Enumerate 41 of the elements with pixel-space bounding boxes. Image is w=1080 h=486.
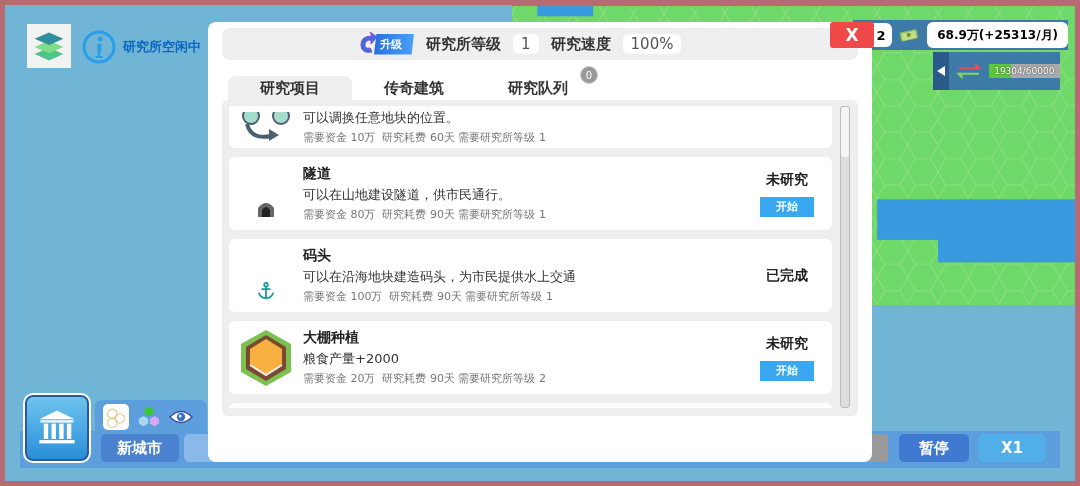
item-description: 可以调换任意地块的位置。: [303, 109, 460, 127]
layers-icon[interactable]: [27, 24, 71, 68]
anchor-icon: [257, 282, 275, 300]
count-badge: 0: [580, 66, 598, 84]
collapse-button[interactable]: [933, 52, 949, 90]
swap-icon: [241, 112, 291, 142]
city-tab[interactable]: 新城市: [101, 434, 179, 462]
level-value: 1: [513, 34, 539, 54]
item-title: 大棚种植: [303, 329, 360, 347]
level-label: 研究所等级: [426, 34, 501, 54]
start-button[interactable]: 开始: [760, 360, 814, 381]
speed-value: 100%: [622, 34, 682, 54]
research-status: 未研究: [766, 170, 808, 189]
item-description: 可以在沿海地块建造码头，为市民提供水上交通: [303, 268, 577, 286]
research-status: 未研究: [766, 334, 808, 353]
close-button[interactable]: X: [830, 22, 874, 48]
speed-label: 研究速度: [550, 34, 611, 54]
status-text: 研究所空闲中: [123, 38, 201, 56]
tab[interactable]: 传奇建筑: [352, 76, 476, 100]
item-description: 可以在山地建设隧道，供市民通行。: [303, 186, 512, 204]
research-status: 已完成: [766, 266, 808, 285]
scrollbar[interactable]: [840, 106, 850, 408]
hexagons-icon[interactable]: [137, 405, 161, 428]
museum-button[interactable]: [25, 395, 89, 461]
hexagon-grid-icon[interactable]: [103, 403, 129, 430]
item-requirements: 需要资金 20万 研究耗费 90天 需要研究所等级 2: [303, 371, 547, 386]
caret-left-icon[interactable]: [936, 66, 945, 76]
start-button[interactable]: 开始: [760, 196, 814, 217]
greenhouse-icon: [240, 328, 292, 387]
tunnel-icon: [257, 200, 275, 218]
item-requirements: 需要资金 10万 研究耗费 60天 需要研究所等级 1: [303, 130, 547, 145]
item-requirements: 需要资金 80万 研究耗费 90天 需要研究所等级 1: [303, 207, 547, 222]
upgrade-arrow-icon[interactable]: [358, 32, 378, 56]
speed-button[interactable]: X1: [978, 434, 1046, 462]
item-title: 隧道: [303, 165, 332, 183]
item-title: 码头: [303, 247, 332, 265]
pause-button[interactable]: 暂停: [899, 434, 969, 462]
item-requirements: 需要资金 100万 研究耗费 90天 需要研究所等级 1: [303, 289, 554, 304]
money-value: 68.9万(+25313/月): [927, 22, 1068, 48]
tab[interactable]: 研究项目: [228, 76, 352, 100]
item-description: 粮食产量+2000: [303, 350, 400, 368]
